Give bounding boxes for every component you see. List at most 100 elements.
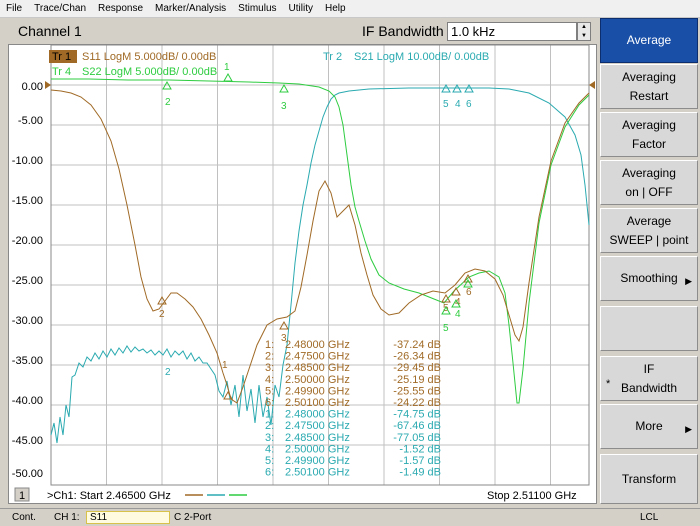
softkey-averaging-factor[interactable]: Averaging Factor xyxy=(600,112,698,157)
active-setting-star-icon: * xyxy=(606,378,611,390)
marker-table-freq: 2.49900 GHz xyxy=(285,455,350,467)
y-tick-label: -35.00 xyxy=(12,355,43,367)
channel-header: Channel 1 IF Bandwidth ▲ ▼ xyxy=(0,19,597,43)
marker-table-num: 1: xyxy=(265,339,274,351)
softkey-smoothing[interactable]: Smoothing ▶ xyxy=(600,256,698,301)
y-tick-label: -40.00 xyxy=(12,395,43,407)
menu-utility[interactable]: Utility xyxy=(289,3,313,14)
marker-table-num: 2: xyxy=(265,420,274,432)
y-tick-label: -25.00 xyxy=(12,275,43,287)
marker-table-freq: 2.50000 GHz xyxy=(285,443,350,455)
softkey-label-line1: Transform xyxy=(621,471,677,486)
trace-2-tag[interactable]: Tr 2 xyxy=(323,51,342,63)
softkey-label: Averaging on | OFF xyxy=(622,164,676,202)
softkey-label: Average SWEEP | point xyxy=(610,212,689,250)
marker-table-num: 3: xyxy=(265,432,274,444)
y-tick-label: -5.00 xyxy=(18,115,43,127)
softkey-label-line1: More xyxy=(635,419,663,433)
if-bandwidth-input[interactable] xyxy=(447,22,577,41)
softkey-label-line2: Factor xyxy=(631,136,666,151)
menu-stimulus[interactable]: Stimulus xyxy=(238,3,276,14)
y-tick-label: 0.00 xyxy=(22,81,43,93)
status-local: LCL xyxy=(640,512,659,523)
status-active-trace: S11 xyxy=(86,511,170,524)
trace-1-tag[interactable]: Tr 1 xyxy=(52,51,71,63)
softkey-label: Averaging Restart xyxy=(622,68,676,106)
stop-frequency[interactable]: Stop 2.51100 GHz xyxy=(487,490,577,502)
marker-table-val: -67.46 dB xyxy=(393,420,441,432)
trace-4-label: S22 LogM 5.000dB/ 0.00dB xyxy=(82,66,217,78)
marker-table-val: -26.34 dB xyxy=(393,351,441,363)
marker-label: 2 xyxy=(165,367,171,378)
trace-2-label: S21 LogM 10.00dB/ 0.00dB xyxy=(354,51,489,63)
softkey-label-line1: Average xyxy=(626,213,672,228)
if-bandwidth-spinner[interactable]: ▲ ▼ xyxy=(577,22,591,41)
marker-label: 6 xyxy=(466,99,472,110)
softkey-label: IF Bandwidth xyxy=(621,360,677,398)
marker-label: 1 xyxy=(222,360,228,371)
softkey-transform[interactable]: Transform xyxy=(600,454,698,504)
trace-legend: Tr 1 S11 LogM 5.000dB/ 0.00dB Tr 4 S22 L… xyxy=(49,50,489,78)
marker-label: 5 xyxy=(443,99,449,110)
marker-table-val: -74.75 dB xyxy=(393,409,441,421)
channel-number: 1 xyxy=(19,490,25,502)
softkey-more[interactable]: More ▶ xyxy=(600,404,698,449)
marker-label: 1 xyxy=(224,62,230,73)
softkey-label: Averaging Factor xyxy=(622,116,676,154)
submenu-arrow-icon: ▶ xyxy=(685,276,692,286)
marker-table-val: -25.55 dB xyxy=(393,385,441,397)
softkey-label-line2: Restart xyxy=(629,88,669,103)
menu-marker-analysis[interactable]: Marker/Analysis xyxy=(155,3,226,14)
spin-up-icon[interactable]: ▲ xyxy=(578,23,590,32)
softkey-label-line1: Smoothing xyxy=(620,271,678,285)
softkey-averaging-restart[interactable]: Averaging Restart xyxy=(600,64,698,109)
softkey-label-line1: IF xyxy=(643,361,655,376)
menu-bar: File Trace/Chan Response Marker/Analysis… xyxy=(0,0,700,18)
trace-4-tag[interactable]: Tr 4 xyxy=(52,66,71,78)
measurement-plot[interactable]: 0.00 -5.00 -10.00 -15.00 -20.00 -25.00 -… xyxy=(8,44,597,504)
marker-table-val: -1.52 dB xyxy=(399,443,441,455)
marker-table: 1: 2.48000 GHz -37.24 dB 2: 2.47500 GHz -26.3… xyxy=(265,339,441,479)
marker-label: 5 xyxy=(443,323,449,334)
softkey-label: More xyxy=(635,417,662,436)
softkey-label-line1: Average xyxy=(626,33,672,47)
marker-table-num: 5: xyxy=(265,385,274,397)
softkey-if-bandwidth[interactable]: IF Bandwidth * xyxy=(600,356,698,401)
if-bandwidth-label: IF Bandwidth xyxy=(362,23,444,39)
y-axis-labels: 0.00 -5.00 -10.00 -15.00 -20.00 -25.00 -… xyxy=(12,81,43,480)
marker-1-icon[interactable] xyxy=(223,72,233,82)
softkey-panel: Average Averaging Restart Averaging Factor Av… xyxy=(598,18,700,508)
marker-table-freq: 2.47500 GHz xyxy=(285,420,350,432)
start-frequency[interactable]: >Ch1: Start 2.46500 GHz xyxy=(47,490,171,502)
marker-3-icon[interactable] xyxy=(279,83,289,93)
y-tick-label: -45.00 xyxy=(12,435,43,447)
marker-table-freq: 2.47500 GHz xyxy=(285,351,350,363)
softkey-label-line2: Bandwidth xyxy=(620,380,678,395)
menu-help[interactable]: Help xyxy=(325,3,346,14)
marker-table-num: 2: xyxy=(265,351,274,363)
softkey-label: Transform xyxy=(622,470,676,489)
softkey-label: Smoothing xyxy=(620,269,677,288)
y-tick-label: -20.00 xyxy=(12,235,43,247)
marker-table-num: 4: xyxy=(265,443,274,455)
spin-down-icon[interactable]: ▼ xyxy=(578,32,590,41)
y-tick-label: -50.00 xyxy=(12,468,43,480)
marker-table-val: -1.57 dB xyxy=(399,455,441,467)
marker-table-num: 6: xyxy=(265,467,274,479)
menu-file[interactable]: File xyxy=(6,3,22,14)
softkey-average[interactable]: Average xyxy=(600,18,698,63)
marker-table-val: -29.45 dB xyxy=(393,362,441,374)
marker-label: 4 xyxy=(455,99,461,110)
softkey-averaging-on-off[interactable]: Averaging on | OFF xyxy=(600,160,698,205)
menu-trace-chan[interactable]: Trace/Chan xyxy=(34,3,86,14)
marker-table-val: -24.22 dB xyxy=(393,397,441,409)
marker-table-freq: 2.50100 GHz xyxy=(285,397,350,409)
softkey-average-sweep-point[interactable]: Average SWEEP | point xyxy=(600,208,698,253)
marker-table-val: -25.19 dB xyxy=(393,374,441,386)
plot-canvas: 0.00 -5.00 -10.00 -15.00 -20.00 -25.00 -… xyxy=(12,45,595,502)
trace-1-label: S11 LogM 5.000dB/ 0.00dB xyxy=(82,51,216,63)
marker-table-freq: 2.48500 GHz xyxy=(285,362,350,374)
status-channel: CH 1: xyxy=(54,512,80,523)
softkey-label-line2: on | OFF xyxy=(625,184,673,199)
menu-response[interactable]: Response xyxy=(98,3,143,14)
